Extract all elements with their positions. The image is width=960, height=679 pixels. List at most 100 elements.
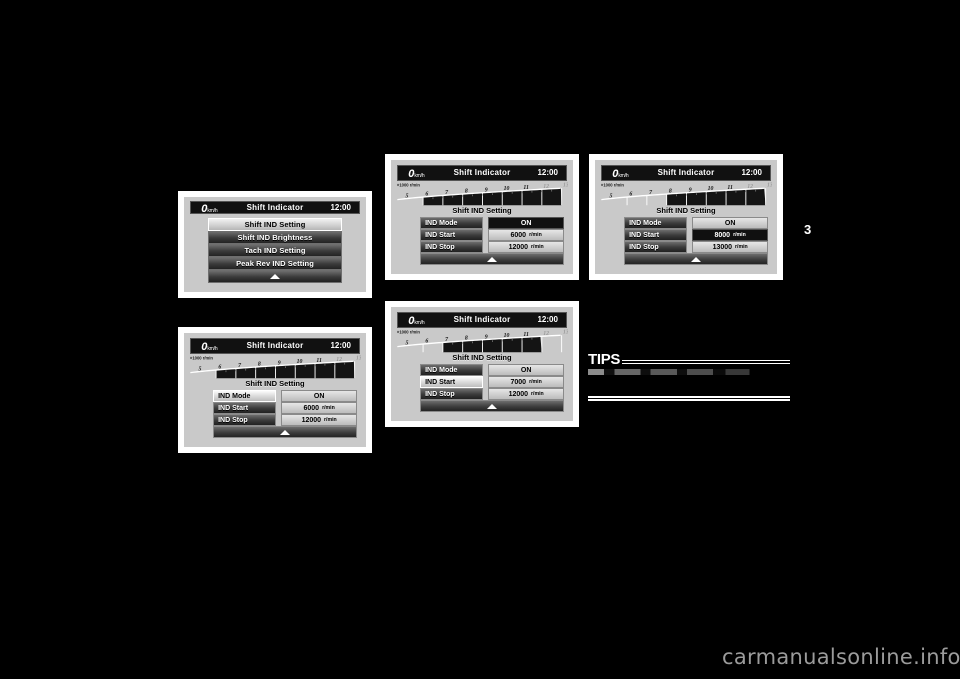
setting-label-2[interactable]: IND Stop xyxy=(420,241,484,253)
settings-back-button[interactable] xyxy=(213,426,357,438)
setting-label-1[interactable]: IND Start xyxy=(420,376,484,388)
setting-value-0[interactable]: ON xyxy=(488,217,564,229)
setting-value-unit-2: r/min xyxy=(324,417,337,423)
screen-title: Shift Indicator xyxy=(246,203,304,213)
speed-unit: km/h xyxy=(207,345,218,352)
tach-axis-label: ×1000 r/min xyxy=(190,355,214,360)
setting-value-text-2: 12000 xyxy=(508,243,529,251)
menu-item-3[interactable]: Peak Rev IND Setting xyxy=(207,256,343,270)
setting-value-text-1: 6000 xyxy=(303,404,320,412)
setting-value-1[interactable]: 7000 r/min xyxy=(488,376,564,388)
tach-shift-band xyxy=(216,361,356,379)
setting-value-1[interactable]: 8000 r/min xyxy=(692,229,768,241)
setting-value-0[interactable]: ON xyxy=(488,364,564,376)
setting-label-0[interactable]: IND Mode xyxy=(420,217,484,229)
setting-value-unit-1: r/min xyxy=(529,379,542,385)
setting-value-0[interactable]: ON xyxy=(281,390,357,402)
clock-readout: 12:00 xyxy=(741,168,762,178)
setting-label-1[interactable]: IND Start xyxy=(624,229,688,241)
up-triangle-icon xyxy=(691,256,701,262)
settings-back-button[interactable] xyxy=(624,253,768,265)
setting-value-unit-1: r/min xyxy=(733,232,746,238)
setting-value-1[interactable]: 6000 r/min xyxy=(488,229,564,241)
menu-item-label: Shift IND Brightness xyxy=(237,232,313,242)
tach-tick-label: 12 xyxy=(748,184,754,190)
tips-body-line xyxy=(588,369,790,375)
settings-back-button[interactable] xyxy=(420,253,564,265)
tach-tick-label: 8 xyxy=(465,189,468,195)
setting-label-0[interactable]: IND Mode xyxy=(624,217,688,229)
setting-label-2[interactable]: IND Stop xyxy=(213,414,277,426)
setting-value-text-0: ON xyxy=(520,219,532,227)
setting-value-unit-1: r/min xyxy=(529,232,542,238)
menu-list: Shift IND Setting Shift IND Brightness Tac… xyxy=(207,217,343,283)
setting-value-0[interactable]: ON xyxy=(692,217,768,229)
settings-section-title: Shift IND Setting xyxy=(656,206,716,216)
lcd-screen-mode-on: 0km/h Shift Indicator 12:00 ×1000 r/min 5 6 7 8… xyxy=(391,160,573,274)
up-triangle-icon xyxy=(280,429,290,435)
speed-readout: 0km/h xyxy=(602,165,639,181)
page-number: 3 xyxy=(804,222,812,237)
setting-value-text-2: 13000 xyxy=(712,243,733,251)
setting-value-2[interactable]: 12000 r/min xyxy=(488,241,564,253)
clock-readout: 12:00 xyxy=(537,315,558,325)
settings-rows: IND Mode ON IND Start 6000 r/min IND Stop 1200… xyxy=(420,217,564,265)
setting-label-1[interactable]: IND Start xyxy=(420,229,484,241)
speed-readout: 0km/h xyxy=(398,312,435,328)
tach-tick-label: 11 xyxy=(728,185,734,191)
setting-label-2[interactable]: IND Stop xyxy=(420,388,484,400)
screen-title: Shift Indicator xyxy=(246,341,304,351)
setting-label-2[interactable]: IND Stop xyxy=(624,241,688,253)
setting-value-unit-1: r/min xyxy=(322,405,335,411)
setting-value-text-1: 6000 xyxy=(510,231,527,239)
tips-footer-rule xyxy=(588,396,790,401)
setting-value-unit-2: r/min xyxy=(531,244,544,250)
setting-value-1[interactable]: 6000 r/min xyxy=(281,402,357,414)
tips-heading: TIPS xyxy=(588,351,621,368)
menu-back-button[interactable] xyxy=(207,269,343,283)
tach-tick-label: 11 xyxy=(524,332,530,338)
lcd-header-bar: 0km/h Shift Indicator 12:00 xyxy=(396,312,568,328)
figure-shift-ind-setting-mode-on: 0km/h Shift Indicator 12:00 ×1000 r/min 5 6 7 8… xyxy=(385,154,579,280)
speed-readout: 0km/h xyxy=(191,200,228,216)
up-triangle-icon xyxy=(487,256,497,262)
lcd-screen-start-7000: 0km/h Shift Indicator 12:00 ×1000 r/min 5 6 7 8… xyxy=(391,307,573,421)
tach-axis-label: ×1000 r/min xyxy=(397,182,421,187)
setting-value-text-2: 12000 xyxy=(301,416,322,424)
site-watermark: carmanualsonline.info xyxy=(722,645,960,669)
clock-readout: 12:00 xyxy=(330,341,351,351)
tach-tick-label: 10 xyxy=(297,359,303,365)
tach-tick-label: 12 xyxy=(544,331,550,337)
menu-item-0[interactable]: Shift IND Setting xyxy=(207,217,343,231)
lcd-header-bar: 0km/h Shift Indicator 12:00 xyxy=(396,165,568,181)
tach-tick-label: 9 xyxy=(689,187,692,193)
tach-tick-label: 10 xyxy=(504,186,510,192)
tach-axis-label: ×1000 r/min xyxy=(601,182,625,187)
screen-title: Shift Indicator xyxy=(657,168,715,178)
setting-label-0[interactable]: IND Mode xyxy=(213,390,277,402)
figure-shift-indicator-menu: 0km/h Shift Indicator 12:00 Shift IND Setti… xyxy=(178,191,372,298)
settings-section-title: Shift IND Setting xyxy=(245,379,305,389)
settings-back-button[interactable] xyxy=(420,400,564,412)
setting-row-2: IND Stop 13000 r/min xyxy=(624,241,768,253)
settings-rows: IND Mode ON IND Start 7000 r/min IND Stop 1200… xyxy=(420,364,564,412)
setting-row-1: IND Start 7000 r/min xyxy=(420,376,564,388)
speed-unit: km/h xyxy=(414,172,425,179)
setting-value-2[interactable]: 13000 r/min xyxy=(692,241,768,253)
setting-row-2: IND Stop 12000 r/min xyxy=(420,241,564,253)
figure-shift-ind-setting-start-7000: 0km/h Shift Indicator 12:00 ×1000 r/min 5 6 7 8… xyxy=(385,301,579,427)
setting-row-1: IND Start 6000 r/min xyxy=(213,402,357,414)
setting-label-1[interactable]: IND Start xyxy=(213,402,277,414)
lcd-header-bar: 0km/h Shift Indicator 12:00 xyxy=(600,165,772,181)
speed-unit: km/h xyxy=(207,207,218,214)
menu-item-label: Shift IND Setting xyxy=(244,219,306,229)
tach-tick-label: 5 xyxy=(406,341,409,347)
menu-item-1[interactable]: Shift IND Brightness xyxy=(207,230,343,244)
setting-value-2[interactable]: 12000 r/min xyxy=(488,388,564,400)
setting-label-0[interactable]: IND Mode xyxy=(420,364,484,376)
lcd-header-bar: 0km/h Shift Indicator 12:00 xyxy=(189,338,361,354)
setting-row-0: IND Mode ON xyxy=(420,364,564,376)
setting-value-2[interactable]: 12000 r/min xyxy=(281,414,357,426)
up-triangle-icon xyxy=(487,403,497,409)
menu-item-2[interactable]: Tach IND Setting xyxy=(207,243,343,257)
